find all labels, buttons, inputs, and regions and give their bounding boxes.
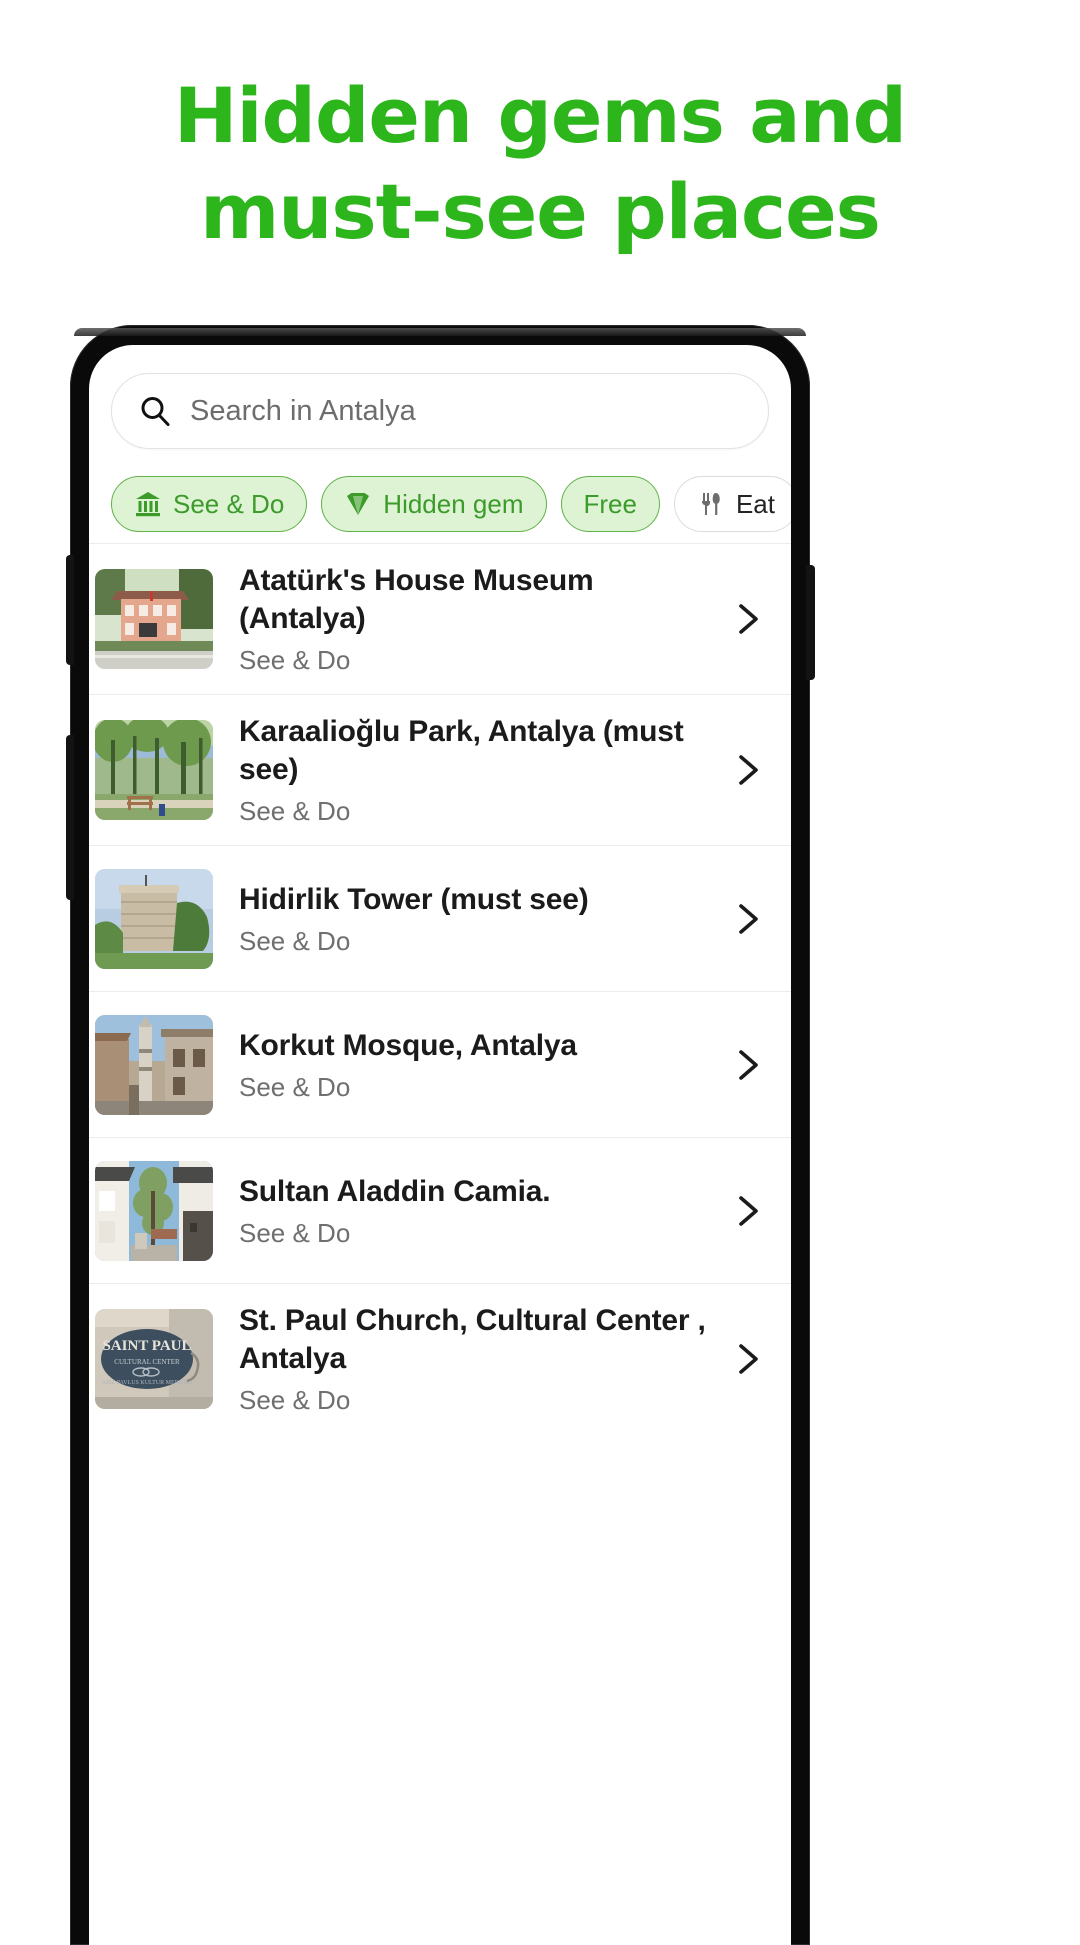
list-item-subtitle: See & Do [239, 645, 351, 675]
filter-chip-hidden-gem[interactable]: Hidden gem [321, 476, 547, 532]
list-item-subtitle: See & Do [239, 1217, 351, 1248]
list-item-text: Sultan Aladdin Camia. See & Do [239, 1173, 725, 1249]
diamond-icon [344, 490, 372, 518]
svg-text:AZIZ PAVLUS KULTUR MERKEZI: AZIZ PAVLUS KULTUR MERKEZI [102, 1380, 193, 1386]
list-item-title: Sultan Aladdin Camia. [239, 1174, 551, 1208]
phone-bezel-highlight [74, 328, 806, 336]
list-item-text: Karaalioğlu Park, Antalya (must see) See… [239, 713, 725, 827]
svg-text:CULTURAL CENTER: CULTURAL CENTER [114, 1358, 180, 1366]
list-item-text: Korkut Mosque, Antalya See & Do [239, 1027, 725, 1103]
filter-chip-free[interactable]: Free [560, 476, 660, 532]
chevron-right-icon[interactable] [725, 1337, 769, 1381]
phone-volume-up-button [66, 555, 74, 665]
filter-chip-label: Free [583, 488, 637, 519]
chevron-right-icon[interactable] [725, 1189, 769, 1233]
promo-headline: Hidden gems and must-see places [173, 71, 907, 256]
list-item-subtitle: See & Do [239, 796, 351, 826]
stone-tower-photo [95, 868, 213, 969]
filter-chip-label: See & Do [173, 488, 285, 519]
chevron-right-icon[interactable] [725, 748, 769, 792]
filter-chip-label: Hidden gem [383, 488, 524, 519]
search-input[interactable]: Search in Antalya [111, 373, 769, 449]
list-item-title: St. Paul Church, Cultural Center , Antal… [239, 1304, 706, 1375]
park-trees-photo [95, 720, 213, 820]
list-item-subtitle: See & Do [239, 925, 351, 956]
list-item-title: Atatürk's House Museum (Antalya) [239, 564, 594, 635]
list-item-text: St. Paul Church, Cultural Center , Antal… [239, 1302, 725, 1416]
list-item-text: Hidirlik Tower (must see) See & Do [239, 881, 725, 957]
list-item[interactable]: SAINT PAUL CULTURAL CENTER AZIZ PAVLUS K… [89, 1284, 791, 1434]
phone-screen: Search in Antalya See & Do Hidden gem Fr… [89, 345, 791, 1945]
search-placeholder: Search in Antalya [190, 394, 416, 427]
list-item-title: Hidirlik Tower (must see) [239, 882, 589, 916]
list-item[interactable]: Hidirlik Tower (must see) See & Do [89, 846, 791, 992]
list-item-text: Atatürk's House Museum (Antalya) See & D… [239, 562, 725, 676]
place-results-list[interactable]: Atatürk's House Museum (Antalya) See & D… [89, 543, 791, 1945]
ottoman-house-photo [95, 569, 213, 669]
list-item-subtitle: See & Do [239, 1385, 351, 1415]
svg-text:SAINT PAUL: SAINT PAUL [102, 1338, 191, 1354]
list-item-title: Korkut Mosque, Antalya [239, 1028, 577, 1062]
list-item-title: Karaalioğlu Park, Antalya (must see) [239, 715, 684, 786]
list-item[interactable]: Korkut Mosque, Antalya See & Do [89, 992, 791, 1138]
filter-chip-label: Eat [735, 488, 775, 519]
list-item[interactable]: Sultan Aladdin Camia. See & Do [89, 1138, 791, 1284]
list-item[interactable]: Karaalioğlu Park, Antalya (must see) See… [89, 695, 791, 846]
chevron-right-icon[interactable] [725, 597, 769, 641]
chevron-right-icon[interactable] [725, 1043, 769, 1087]
filter-chip-eat[interactable]: Eat [673, 476, 791, 532]
saint-paul-sign-photo: SAINT PAUL CULTURAL CENTER AZIZ PAVLUS K… [95, 1309, 213, 1409]
list-item-subtitle: See & Do [239, 1071, 351, 1102]
phone-volume-down-button [66, 735, 74, 900]
filter-chip-see-and-do[interactable]: See & Do [111, 476, 308, 532]
cutlery-icon [697, 490, 725, 518]
chevron-right-icon[interactable] [725, 897, 769, 941]
minaret-photo [95, 1014, 213, 1115]
phone-power-button [806, 565, 815, 680]
search-bar-container: Search in Antalya [89, 345, 791, 449]
search-icon [138, 394, 172, 428]
list-item[interactable]: Atatürk's House Museum (Antalya) See & D… [89, 544, 791, 695]
filter-chip-row[interactable]: See & Do Hidden gem Free Eat [89, 465, 791, 543]
phone-mockup: Search in Antalya See & Do Hidden gem Fr… [66, 325, 815, 1945]
museum-icon [134, 490, 162, 518]
street-tree-photo [95, 1160, 213, 1261]
